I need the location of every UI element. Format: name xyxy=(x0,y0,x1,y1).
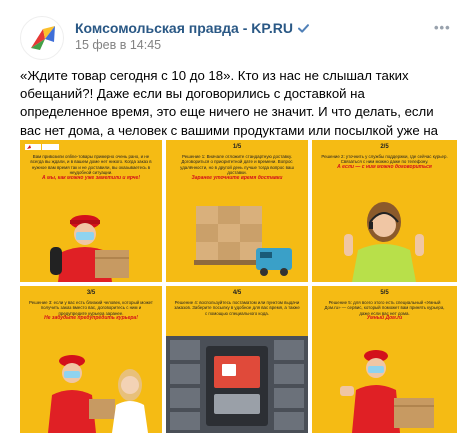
tile-caption-text: Решение 2: уточнить у службы поддержки, … xyxy=(321,154,448,165)
tile-caption-text: Решение 3: если у вас есть близкий челов… xyxy=(29,300,153,316)
woman-with-headset-illustration xyxy=(344,202,424,282)
post-card: Комсомольская правда - KP.RU 15 фев в 14… xyxy=(0,0,459,433)
tile-highlight: Заранее уточните время доставки xyxy=(191,174,283,181)
more-options-icon[interactable]: ••• xyxy=(434,20,451,35)
author-name-label[interactable]: Комсомольская правда - KP.RU xyxy=(75,20,293,36)
kp-badge-icon xyxy=(25,144,59,150)
courier-with-box-illustration xyxy=(50,215,129,282)
verified-icon xyxy=(298,23,310,33)
tile-number: 1/5 xyxy=(232,144,242,150)
tile-caption: Решение 3: если у вас есть близкий челов… xyxy=(28,300,154,322)
post-date[interactable]: 15 фев в 14:45 xyxy=(75,38,161,52)
author-avatar[interactable] xyxy=(20,16,64,60)
boxes-on-pallet-illustration xyxy=(194,206,292,276)
author-name[interactable]: Комсомольская правда - KP.RU xyxy=(75,20,310,36)
photo-grid: Вам привозили online-товары примерно оче… xyxy=(20,140,457,433)
photo-tile-4[interactable]: 3/5 Решение 3: если у вас есть близкий ч… xyxy=(20,286,162,433)
tile-caption-text: Решение 4: воспользуйтесь постаматом или… xyxy=(174,300,300,316)
tile-highlight: Умный Дом.ru xyxy=(366,315,403,322)
tile-highlight: Не забудьте предупредить курьера! xyxy=(44,315,138,322)
courier-at-door-illustration xyxy=(340,350,434,433)
tile-caption: Решение 1: Вначале отложите стандартную … xyxy=(174,154,300,181)
photo-tile-3[interactable]: 2/5 Решение 2: уточнить у службы поддерж… xyxy=(312,140,457,282)
tile-number: 2/5 xyxy=(380,144,389,150)
tile-caption: Решение 4: воспользуйтесь постаматом или… xyxy=(174,300,300,316)
tile-highlight: А если — с ним можно договориться xyxy=(337,163,432,170)
tile-caption: Вам привозили online-товары примерно оче… xyxy=(28,154,154,181)
tile-caption: Решение 2: уточнить у службы поддержки, … xyxy=(320,154,449,170)
tile-number: 4/5 xyxy=(232,290,242,296)
courier-handing-box-illustration xyxy=(48,355,148,433)
tile-caption-text: Решение 1: Вначале отложите стандартную … xyxy=(180,154,294,176)
photo-tile-2[interactable]: 1/5 Решение 1: Вначале отложите стандарт… xyxy=(166,140,308,282)
tile-highlight: А мы, как можно уже заметили и ярче! xyxy=(42,174,140,181)
photo-tile-1[interactable]: Вам привозили online-товары примерно оче… xyxy=(20,140,162,282)
photo-tile-5[interactable]: 4/5 Решение 4: воспользуйтесь постаматом… xyxy=(166,286,308,433)
tile-caption: Решение 5: для всего этого есть специаль… xyxy=(320,300,449,322)
parcel-locker-illustration xyxy=(166,336,308,433)
tile-caption-text: Вам привозили online-товары примерно оче… xyxy=(30,154,152,176)
tile-number: 3/5 xyxy=(86,290,96,296)
tile-number: 5/5 xyxy=(380,290,389,296)
photo-tile-6[interactable]: 5/5 Решение 5: для всего этого есть спец… xyxy=(312,286,457,433)
kp-logo-icon xyxy=(31,26,55,50)
tile-caption-text: Решение 5: для всего этого есть специаль… xyxy=(324,300,445,316)
